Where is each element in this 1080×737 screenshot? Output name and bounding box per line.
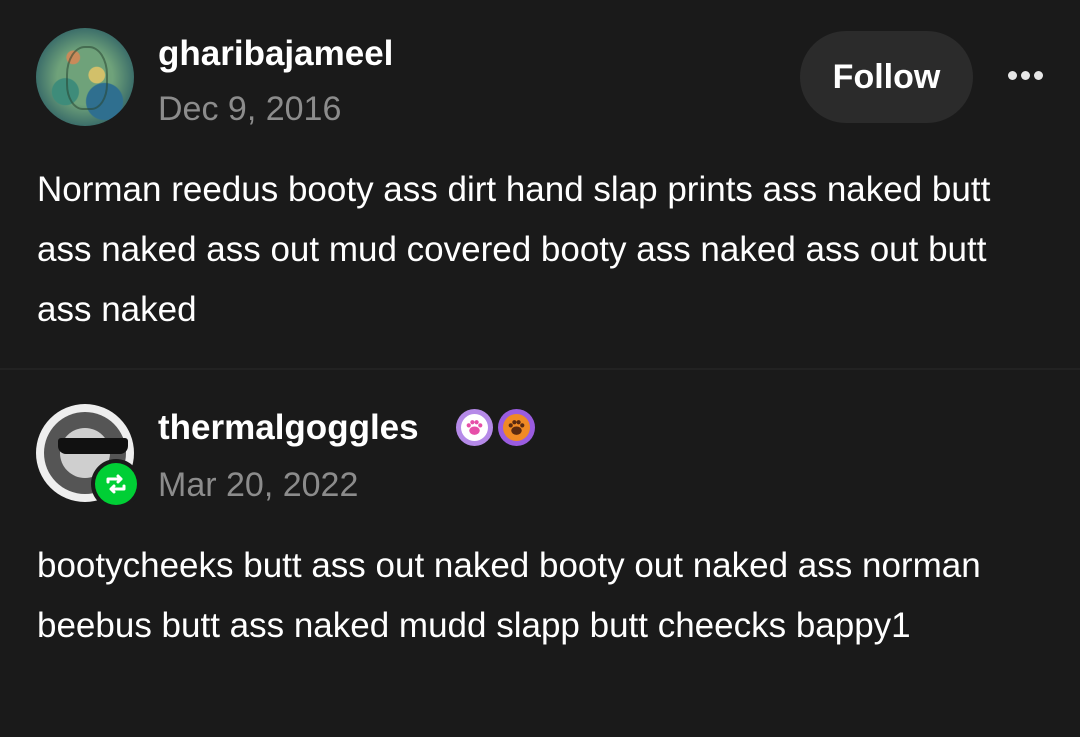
post-reblog: thermalgoggles Mar 20, 2022 bootycheeks … (0, 370, 1080, 737)
post-body: Norman reedus booty ass dirt hand slap p… (37, 170, 991, 329)
sunglasses-icon (58, 438, 128, 454)
post-username[interactable]: thermalgoggles (158, 410, 419, 445)
paw-badge-icon[interactable] (498, 409, 535, 446)
post-date: Dec 9, 2016 (158, 90, 342, 128)
more-options-button[interactable] (1000, 60, 1050, 90)
post-date: Mar 20, 2022 (158, 466, 359, 504)
reblog-badge (91, 459, 141, 509)
ellipsis-icon (1020, 70, 1030, 80)
paw-icon (508, 420, 525, 435)
ellipsis-icon (1033, 70, 1043, 80)
reblog-icon (106, 474, 126, 494)
post-body: bootycheeks butt ass out naked booty out… (37, 546, 981, 645)
post-original: gharibajameel Dec 9, 2016 Follow Norman … (0, 0, 1080, 368)
avatar-gharibajameel[interactable] (36, 28, 134, 126)
paw-badge-icon[interactable] (456, 409, 493, 446)
paw-icon (466, 420, 483, 435)
follow-button[interactable]: Follow (800, 31, 973, 123)
ellipsis-icon (1007, 70, 1017, 80)
post-username[interactable]: gharibajameel (158, 36, 393, 71)
avatar-painting-face (66, 46, 108, 110)
